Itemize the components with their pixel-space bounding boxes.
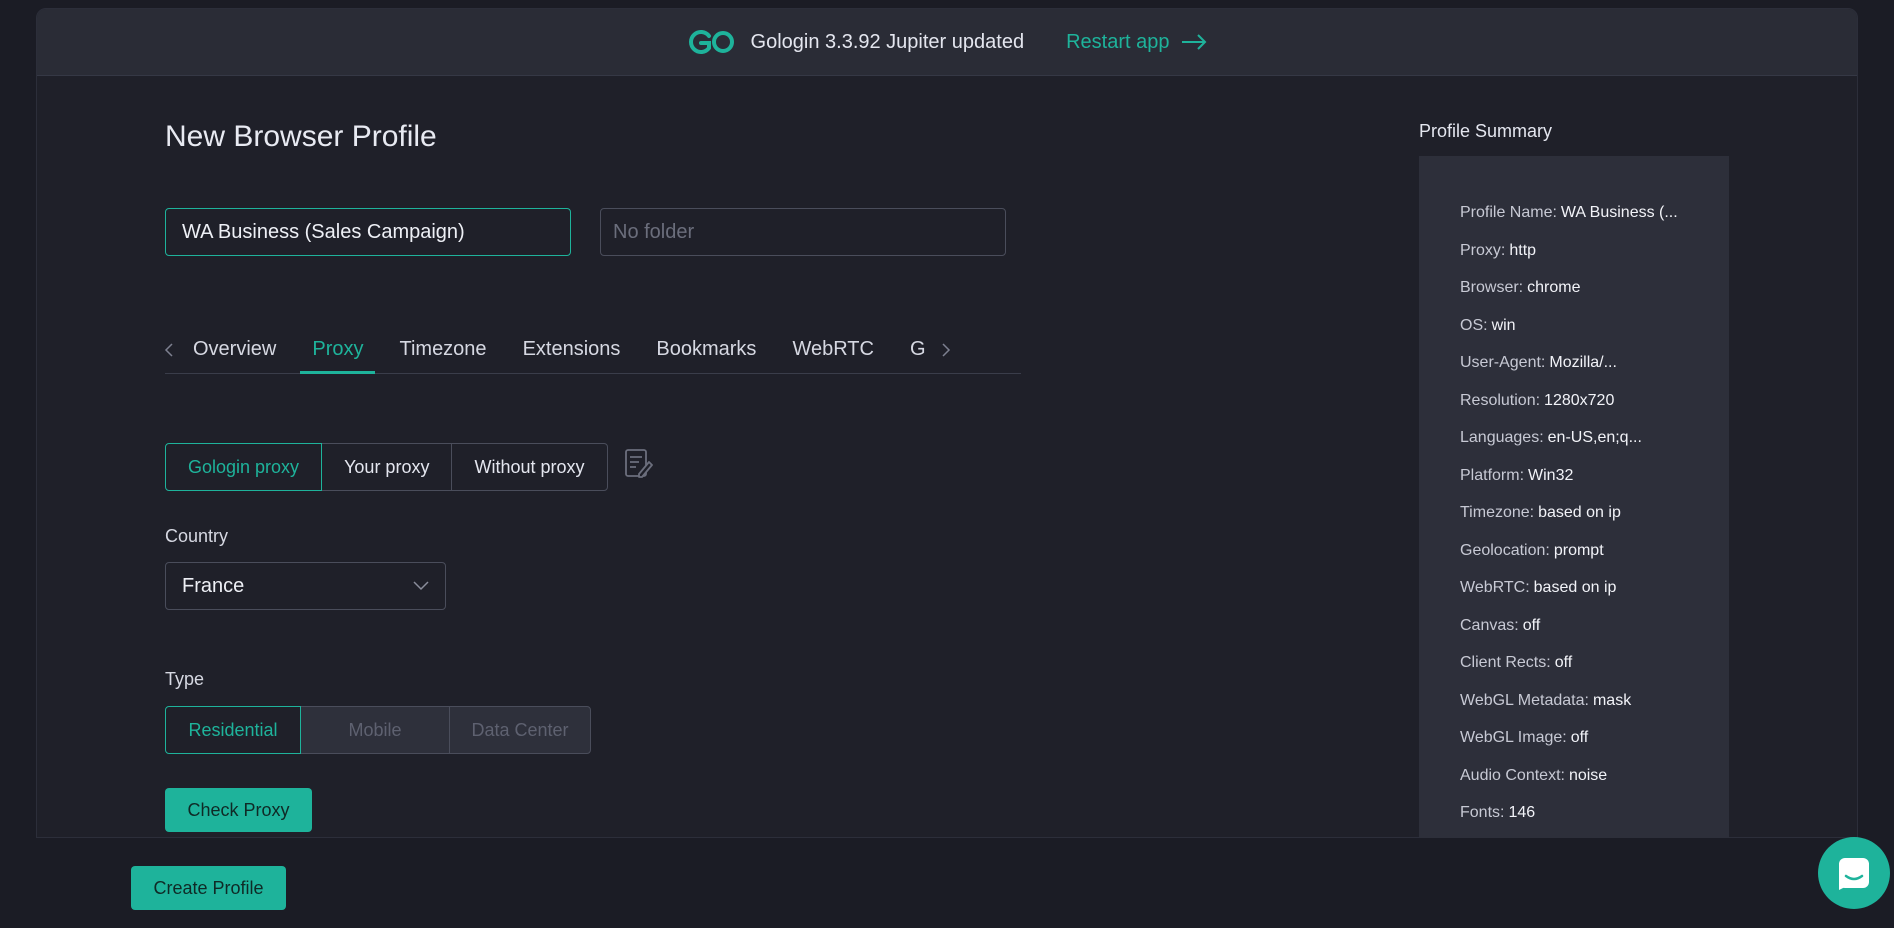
data-center-type-button[interactable]: Data Center [449,706,591,754]
restart-app-link[interactable]: Restart app [1066,31,1207,54]
restart-app-label: Restart app [1066,30,1170,53]
check-proxy-button[interactable]: Check Proxy [165,788,312,832]
create-profile-button[interactable]: Create Profile [131,866,286,910]
summary-row: Resolution: 1280x720 [1460,391,1615,409]
tab-overview[interactable]: Overview [193,326,288,373]
type-label: Type [165,669,205,689]
summary-row: Timezone: based on ip [1460,504,1621,521]
summary-row: Geolocation: prompt [1460,541,1604,559]
summary-row: Fonts: 146 [1460,804,1536,821]
gologin-logo-icon [688,30,734,54]
update-message: Gologin 3.3.92 Jupiter updated [750,30,1025,53]
tab-proxy[interactable]: Proxy [300,326,376,374]
summary-row: Client Rects: off [1460,654,1573,671]
update-banner: Gologin 3.3.92 Jupiter updated Restart a… [37,9,1857,76]
folder-input[interactable] [600,208,1006,256]
residential-type-button[interactable]: Residential [165,706,301,754]
without-proxy-button[interactable]: Without proxy [451,443,608,491]
profile-summary-title: Profile Summary [1419,121,1553,141]
tab-extensions[interactable]: Extensions [511,326,633,373]
summary-row: User-Agent: Mozilla/... [1460,354,1617,371]
tab-geolocation[interactable]: G [898,326,926,373]
profile-name-input[interactable] [165,208,571,256]
tab-timezone[interactable]: Timezone [387,326,498,373]
tab-webrtc[interactable]: WebRTC [780,326,886,373]
profile-summary-panel: Profile Name: WA Business (... Proxy: http… [1419,156,1729,838]
summary-row: Canvas: off [1460,616,1541,634]
chevron-left-icon [164,342,173,357]
chat-icon [1839,858,1869,890]
your-proxy-button[interactable]: Your proxy [321,443,453,491]
tab-bookmarks[interactable]: Bookmarks [644,326,768,373]
country-label: Country [165,526,229,546]
summary-row: Platform: Win32 [1460,466,1574,484]
settings-tabs: Overview Proxy Timezone Extensions Bookm… [164,326,1021,374]
chevron-right-icon [941,342,950,357]
tabs-scroll-left[interactable] [145,326,193,373]
mobile-type-button[interactable]: Mobile [300,706,450,754]
proxy-type-group: Residential Mobile Data Center [165,706,591,754]
proxy-mode-group: Gologin proxy Your proxy Without proxy [165,443,608,491]
summary-row: OS: win [1460,316,1516,334]
summary-row: WebGL Image: off [1460,729,1589,746]
summary-row: Languages: en-US,en;q... [1460,429,1642,446]
summary-row: Proxy: http [1460,241,1537,259]
notes-icon[interactable] [623,448,653,480]
gologin-proxy-button[interactable]: Gologin proxy [165,443,323,491]
tabs-scroll-right[interactable] [926,326,966,373]
chat-support-button[interactable] [1818,837,1890,909]
summary-row: WebRTC: based on ip [1460,579,1617,596]
summary-row: Browser: chrome [1460,279,1581,296]
arrow-right-icon [1182,34,1207,50]
chevron-down-icon [413,581,429,591]
summary-row: WebGL Metadata: mask [1460,691,1632,709]
summary-row: Profile Name: WA Business (... [1460,204,1678,221]
country-value: France [182,574,245,597]
summary-row: Audio Context: noise [1460,766,1608,784]
country-select[interactable]: France [165,562,446,610]
page-title: New Browser Profile [165,120,437,153]
